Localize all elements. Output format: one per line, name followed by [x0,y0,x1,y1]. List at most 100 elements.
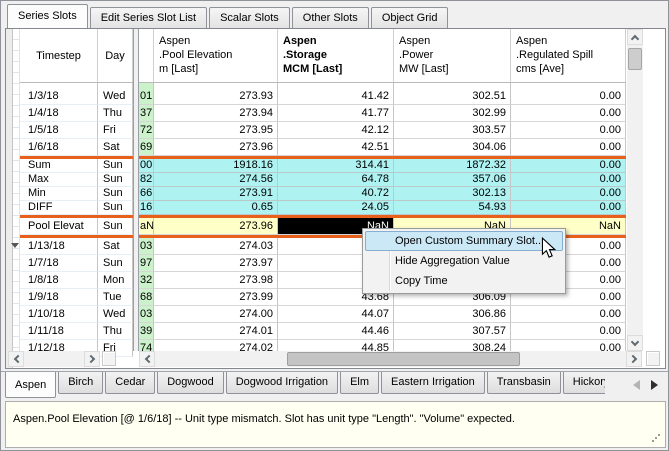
value-cell[interactable]: 306.86 [394,306,511,323]
clipped-column-cell[interactable]: 16 [139,201,154,215]
day-cell[interactable]: Tue [98,289,133,306]
clipped-column-cell[interactable]: 32 [139,272,154,289]
value-cell[interactable]: 44.46 [278,323,394,340]
value-cell[interactable]: 0.00 [511,88,626,105]
tab-edit-series-slot-list[interactable]: Edit Series Slot List [90,7,207,28]
day-cell[interactable]: Mon [98,272,133,289]
timestep-cell[interactable]: 1/10/18 [20,306,98,323]
timestep-cell[interactable]: 1/8/18 [20,272,98,289]
timestep-cell[interactable]: DIFF [20,201,98,215]
scroll-right-button[interactable] [84,351,100,367]
day-cell[interactable]: Sat [98,238,133,255]
object-tab-dogwood-irrigation[interactable]: Dogwood Irrigation [226,372,338,394]
value-cell[interactable]: 273.91 [154,187,278,201]
value-cell[interactable]: 357.06 [394,173,511,187]
tab-scroll-left-icon[interactable] [633,380,640,390]
day-cell[interactable]: Sat [98,139,133,156]
column-header-aspen-storage[interactable]: Aspen.StorageMCM [Last] [278,29,394,82]
tab-other-slots[interactable]: Other Slots [292,7,369,28]
value-cell[interactable]: 0.00 [511,139,626,156]
value-cell[interactable]: 44.07 [278,306,394,323]
value-cell[interactable]: 273.98 [154,272,278,289]
timestep-cell[interactable]: Min [20,187,98,201]
object-tab-transbasin[interactable]: Transbasin [487,372,561,394]
day-cell[interactable]: Sun [98,173,133,187]
value-cell[interactable]: 273.95 [154,122,278,139]
value-cell[interactable]: 42.12 [278,122,394,139]
value-cell[interactable]: 64.78 [278,173,394,187]
pane-splitter[interactable] [133,29,139,351]
tab-object-grid[interactable]: Object Grid [371,7,449,28]
tab-scroll-right-icon[interactable] [651,380,658,390]
clipped-column-cell[interactable]: 00 [139,159,154,173]
value-cell[interactable]: 273.93 [154,88,278,105]
tab-series-slots[interactable]: Series Slots [7,4,88,28]
value-cell[interactable]: 273.94 [154,105,278,122]
column-header-aspen-power[interactable]: Aspen.PowerMW [Last] [394,29,511,82]
value-cell[interactable]: 303.57 [394,122,511,139]
value-cell[interactable]: 42.51 [278,139,394,156]
timestep-cell[interactable]: 1/5/18 [20,122,98,139]
value-cell[interactable]: 304.06 [394,139,511,156]
value-cell[interactable]: 314.41 [278,159,394,173]
menu-item-copy-time[interactable]: Copy Time [365,271,563,291]
value-cell[interactable]: 0.00 [511,105,626,122]
resize-grip-icon[interactable] [652,434,661,443]
vertical-scroll-thumb[interactable] [628,48,642,70]
clipped-column-cell[interactable]: 72 [139,122,154,139]
value-cell[interactable]: 54.93 [394,201,511,215]
value-cell[interactable]: 41.42 [278,88,394,105]
menu-item-open-custom-summary-slot[interactable]: Open Custom Summary Slot... [365,231,563,251]
value-cell[interactable]: 0.00 [511,122,626,139]
value-cell[interactable]: 0.00 [511,201,626,215]
object-tab-cedar[interactable]: Cedar [105,372,155,394]
horizontal-scroll-thumb[interactable] [287,352,520,366]
clipped-column-cell[interactable]: 03 [139,306,154,323]
clipped-column-cell[interactable]: 68 [139,289,154,306]
day-cell[interactable]: Sun [98,187,133,201]
day-cell[interactable]: Sun [98,201,133,215]
row-expander-icon[interactable] [11,243,19,248]
day-cell[interactable]: Thu [98,105,133,122]
main-horizontal-scrollbar[interactable] [139,351,642,367]
vertical-scrollbar[interactable] [627,29,643,351]
timestep-cell[interactable]: Max [20,173,98,187]
value-cell[interactable]: 273.96 [154,218,278,235]
value-cell[interactable]: 0.00 [511,173,626,187]
day-cell[interactable]: Sun [98,159,133,173]
frozen-pane-horizontal-scrollbar[interactable] [8,351,100,367]
tab-scalar-slots[interactable]: Scalar Slots [209,7,290,28]
value-cell[interactable]: 0.00 [511,159,626,173]
clipped-column-cell[interactable]: 01 [139,88,154,105]
object-tab-birch[interactable]: Birch [58,372,103,394]
scroll-down-button[interactable] [627,335,643,351]
value-cell[interactable]: 274.56 [154,173,278,187]
timestep-cell[interactable]: 1/11/18 [20,323,98,340]
value-cell[interactable]: 307.57 [394,323,511,340]
day-cell[interactable]: Wed [98,306,133,323]
clipped-column-cell[interactable]: 66 [139,187,154,201]
value-cell[interactable]: 40.72 [278,187,394,201]
value-cell[interactable]: 1918.16 [154,159,278,173]
day-cell[interactable]: Sun [98,255,133,272]
timestep-cell[interactable]: 1/9/18 [20,289,98,306]
menu-item-hide-aggregation-value[interactable]: Hide Aggregation Value [365,251,563,271]
timestep-cell[interactable]: 1/13/18 [20,238,98,255]
value-cell[interactable]: 274.01 [154,323,278,340]
value-cell[interactable]: 274.03 [154,238,278,255]
column-header-aspen-regulated-spill[interactable]: Aspen.Regulated Spillcms [Ave] [511,29,626,82]
value-cell[interactable]: 273.97 [154,255,278,272]
value-cell[interactable]: 302.13 [394,187,511,201]
day-cell[interactable]: Fri [98,122,133,139]
value-cell[interactable]: 273.96 [154,139,278,156]
value-cell[interactable]: 0.00 [511,306,626,323]
timestep-cell[interactable]: 1/6/18 [20,139,98,156]
value-cell[interactable]: 274.00 [154,306,278,323]
value-cell[interactable]: 41.77 [278,105,394,122]
scroll-right-button[interactable] [626,351,642,367]
clipped-column-cell[interactable]: 97 [139,255,154,272]
value-cell[interactable]: 273.99 [154,289,278,306]
object-tab-dogwood[interactable]: Dogwood [157,372,223,394]
timestep-cell[interactable]: 1/7/18 [20,255,98,272]
object-tab-elm[interactable]: Elm [340,372,379,394]
